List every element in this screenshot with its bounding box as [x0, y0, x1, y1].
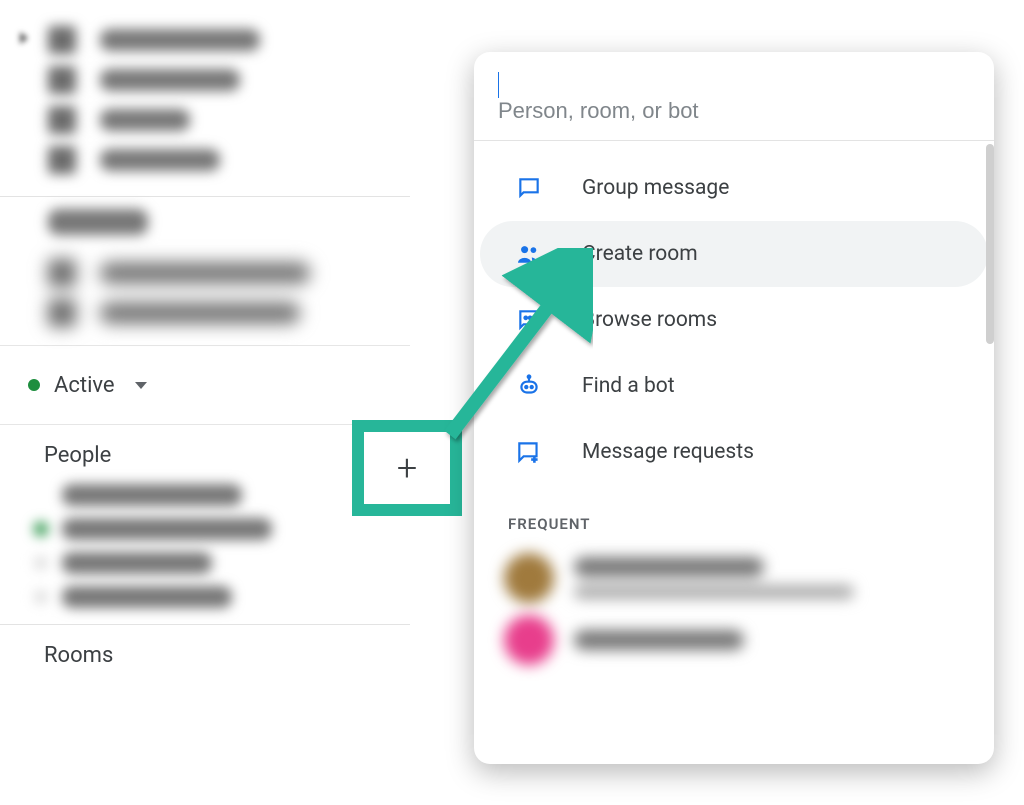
avatar	[504, 553, 554, 603]
status-label: Active	[54, 373, 115, 398]
sidebar-item[interactable]	[48, 293, 410, 333]
frequent-label: FREQUENT	[474, 485, 994, 547]
section-title	[48, 209, 148, 235]
new-chat-button[interactable]: +	[364, 432, 450, 504]
menu-item-label: Message requests	[582, 440, 754, 464]
avatar	[504, 615, 554, 665]
people-item[interactable]	[0, 512, 410, 546]
people-item[interactable]	[0, 478, 410, 512]
sidebar-item[interactable]	[0, 100, 410, 140]
sidebar-item[interactable]	[0, 20, 410, 60]
new-chat-panel: Group message Create room Browse rooms F…	[474, 52, 994, 764]
sidebar-item[interactable]	[48, 253, 410, 293]
status-selector[interactable]: Active	[0, 345, 410, 425]
menu-item-label: Find a bot	[582, 374, 675, 398]
status-dot-icon	[28, 379, 40, 391]
chat-bubble-icon	[514, 175, 544, 201]
sidebar-item[interactable]	[0, 60, 410, 100]
menu-item-label: Create room	[582, 242, 698, 266]
search-input[interactable]	[498, 98, 970, 124]
people-item[interactable]	[0, 580, 410, 614]
menu-item-message-requests[interactable]: Message requests	[480, 419, 988, 485]
bot-icon	[514, 373, 544, 399]
annotation-highlight-box: +	[352, 420, 462, 516]
menu-item-label: Browse rooms	[582, 308, 717, 332]
frequent-contact[interactable]	[474, 547, 994, 609]
people-list	[0, 478, 410, 614]
chat-sidebar: Active People Rooms	[0, 0, 410, 805]
plus-icon: +	[397, 450, 417, 486]
menu-item-label: Group message	[582, 176, 729, 200]
menu-item-create-room[interactable]: Create room	[480, 221, 988, 287]
chat-plus-icon	[514, 439, 544, 465]
section-header-people: People	[0, 425, 410, 478]
people-plus-icon	[514, 241, 544, 267]
chevron-down-icon	[135, 382, 147, 389]
chat-people-icon	[514, 307, 544, 333]
sidebar-item[interactable]	[0, 140, 410, 180]
people-item[interactable]	[0, 546, 410, 580]
frequent-contact[interactable]	[474, 609, 994, 671]
menu-item-group-message[interactable]: Group message	[480, 155, 988, 221]
menu-item-find-bot[interactable]: Find a bot	[480, 353, 988, 419]
menu-item-browse-rooms[interactable]: Browse rooms	[480, 287, 988, 353]
menu: Group message Create room Browse rooms F…	[474, 141, 994, 485]
scrollbar[interactable]	[986, 144, 994, 344]
meet-section	[0, 197, 410, 345]
search-row	[474, 52, 994, 141]
section-header-rooms: Rooms	[0, 625, 410, 678]
text-cursor	[498, 72, 499, 98]
